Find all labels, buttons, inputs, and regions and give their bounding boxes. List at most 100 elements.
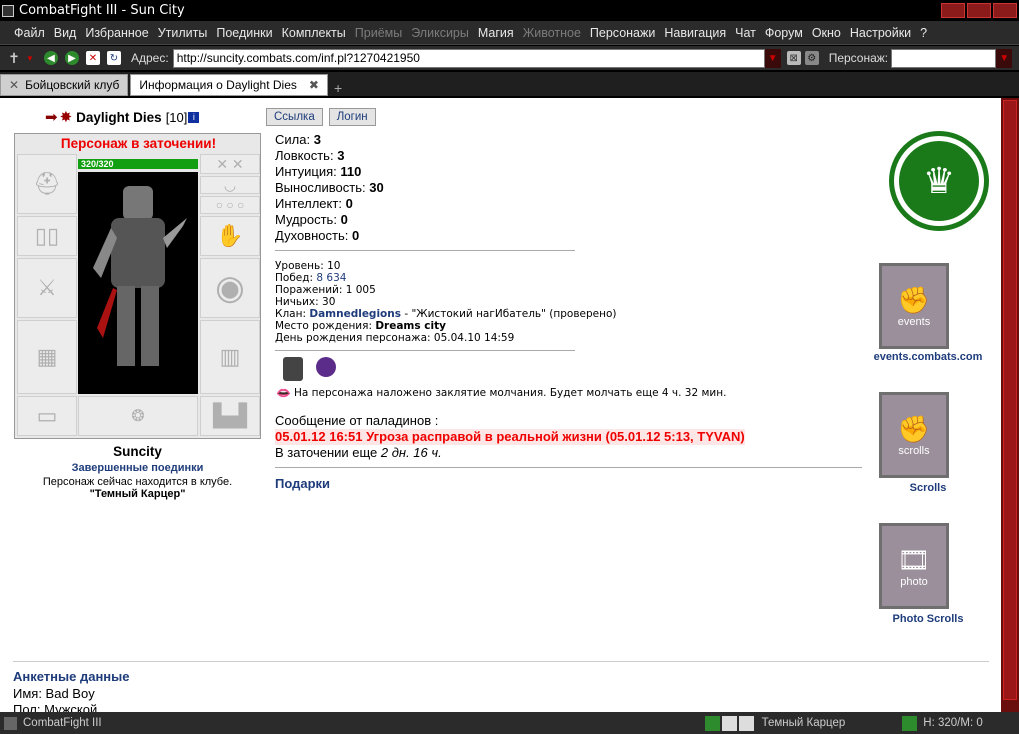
silence-text: На персонажа наложено заклятие молчания.…: [293, 387, 727, 399]
menu-item[interactable]: Приёмы: [355, 26, 402, 40]
wins-link[interactable]: 8 634: [316, 272, 346, 284]
menu-item[interactable]: Магия: [478, 26, 514, 40]
photo-banner-icon[interactable]: 🎞 photo: [879, 523, 949, 609]
club-logo[interactable]: ♛: [889, 131, 989, 231]
list-status-icon[interactable]: [738, 715, 754, 731]
draws-text: Ничьих: 30: [275, 296, 336, 308]
menu-item[interactable]: Окно: [812, 26, 841, 40]
menu-item[interactable]: Персонажи: [590, 26, 655, 40]
clear-icon[interactable]: ⊠: [786, 51, 801, 65]
stat-value: 110: [340, 164, 362, 179]
gloves-slot-icon[interactable]: ✋: [200, 216, 260, 256]
necklace-slot-icon[interactable]: ◡: [200, 176, 260, 194]
stat-row: Выносливость: 30: [275, 180, 384, 196]
menu-item[interactable]: Избранное: [85, 26, 148, 40]
stat-label: Интуиция:: [275, 164, 337, 179]
equipment-panel: Персонаж в заточении! ⛑ ▯▯ ⚔ ▦ ▭ 320/320…: [14, 133, 261, 439]
info-icon[interactable]: i: [188, 111, 200, 123]
menu-item[interactable]: Файл: [14, 26, 45, 40]
legs-slot-icon[interactable]: ▥: [200, 320, 260, 394]
rings-slot-icon[interactable]: ○ ○ ○: [200, 196, 260, 214]
profile-name: Имя: Bad Boy: [13, 686, 95, 701]
events-link[interactable]: events.combats.com: [868, 351, 988, 363]
character-details: Уровень: 10 Побед: 8 634 Поражений: 1 00…: [275, 260, 617, 344]
lady-icon: ♛: [899, 141, 979, 221]
events-banner-label: events: [897, 315, 931, 328]
tools-icon[interactable]: ⚙: [804, 51, 819, 65]
tab-close-icon[interactable]: ✕: [9, 78, 19, 92]
menu-item[interactable]: Комплекты: [282, 26, 346, 40]
login-button[interactable]: Логин: [328, 108, 376, 126]
belt-slot-icon[interactable]: ▭: [17, 396, 77, 436]
stat-value: 0: [345, 196, 353, 211]
link-button[interactable]: Ссылка: [266, 108, 323, 126]
character-avatar: [78, 172, 198, 394]
status-app-name: CombatFight III: [23, 717, 102, 729]
losses-text: Поражений: 1 005: [275, 284, 376, 296]
birthday-text: День рождения персонажа: 05.04.10 14:59: [275, 332, 515, 344]
photo-scrolls-link[interactable]: Photo Scrolls: [868, 613, 988, 625]
menu-item[interactable]: Чат: [735, 26, 756, 40]
minimize-button[interactable]: [941, 3, 965, 18]
action-buttons: Ссылка Логин: [266, 108, 376, 126]
silence-icon: 👄: [276, 386, 291, 400]
scrolls-banner-icon[interactable]: ✊ scrolls: [879, 392, 949, 478]
menu-item[interactable]: Навигация: [664, 26, 726, 40]
stat-value: 0: [351, 228, 360, 243]
tab-club[interactable]: ✕ Бойцовский клуб: [0, 74, 129, 96]
refresh-icon[interactable]: ↻: [107, 51, 121, 65]
finished-fights-link[interactable]: Завершенные поединки: [14, 462, 261, 474]
badge-icon[interactable]: [283, 357, 303, 381]
scrolls-link[interactable]: Scrolls: [868, 482, 988, 494]
clan-link[interactable]: Damnedlegions: [309, 308, 401, 320]
scrollbar-thumb[interactable]: [1003, 100, 1017, 700]
boots-slot-icon[interactable]: ▙▟: [200, 396, 260, 436]
menu-item[interactable]: Форум: [765, 26, 803, 40]
back-icon[interactable]: ◀: [44, 51, 58, 65]
new-tab-icon[interactable]: +: [334, 80, 342, 96]
amulet-slot-icon[interactable]: ✕ ✕: [200, 154, 260, 174]
menu-item[interactable]: Поединки: [216, 26, 272, 40]
stat-label: Сила:: [275, 132, 311, 147]
emblem-slot-icon: ❂: [78, 396, 198, 436]
pin-icon[interactable]: ✝: [7, 50, 21, 66]
character-dropdown-icon[interactable]: ▼: [996, 48, 1013, 68]
gifts-link[interactable]: Подарки: [275, 476, 330, 491]
maximize-button[interactable]: [967, 3, 991, 18]
dropdown-arrow-icon[interactable]: ▼: [23, 51, 37, 65]
address-input[interactable]: [172, 48, 765, 68]
stop-icon[interactable]: ✕: [86, 51, 100, 65]
stats-list: Сила: 3 Ловкость: 3 Интуиция: 110 Выносливо…: [275, 132, 384, 244]
bracers-slot-icon[interactable]: ▯▯: [17, 216, 77, 256]
weapon-slot-icon[interactable]: ⚔: [17, 258, 77, 318]
refresh-status-icon[interactable]: [704, 715, 720, 731]
address-dropdown-icon[interactable]: ▼: [764, 48, 781, 68]
clan-emblem-icon: ✸: [59, 109, 73, 126]
helmet-slot-icon[interactable]: ⛑: [17, 154, 77, 214]
armor-slot-icon[interactable]: ▦: [17, 320, 77, 394]
stat-row: Интеллект: 0: [275, 196, 384, 212]
doc-status-icon[interactable]: [721, 715, 737, 731]
menu-item[interactable]: Эликсиры: [411, 26, 469, 40]
shield-slot-icon[interactable]: ◉: [200, 258, 260, 318]
vertical-scrollbar[interactable]: [1001, 98, 1019, 712]
stat-row: Сила: 3: [275, 132, 384, 148]
menu-item[interactable]: Вид: [54, 26, 77, 40]
forward-icon[interactable]: ▶: [65, 51, 79, 65]
tab-close-icon[interactable]: ✖: [309, 78, 319, 92]
menu-item[interactable]: Животное: [523, 26, 581, 40]
menu-item[interactable]: Утилиты: [158, 26, 208, 40]
knight-figure-icon: [93, 186, 187, 366]
menu-item[interactable]: Настройки: [850, 26, 911, 40]
events-banner-icon[interactable]: ✊ events: [879, 263, 949, 349]
city-name: Suncity: [113, 444, 162, 459]
location-text: Персонаж сейчас находится в клубе.: [42, 476, 233, 488]
status-location: Темный Карцер: [761, 717, 846, 729]
menu-item[interactable]: ?: [920, 26, 927, 40]
badge-icon[interactable]: [316, 357, 336, 377]
birthplace-label: Место рождения:: [275, 320, 372, 332]
character-select[interactable]: [891, 48, 997, 68]
tab-info[interactable]: Информация о Daylight Dies ✖: [130, 74, 328, 96]
stat-value: 30: [369, 180, 384, 195]
close-button[interactable]: [993, 3, 1017, 18]
